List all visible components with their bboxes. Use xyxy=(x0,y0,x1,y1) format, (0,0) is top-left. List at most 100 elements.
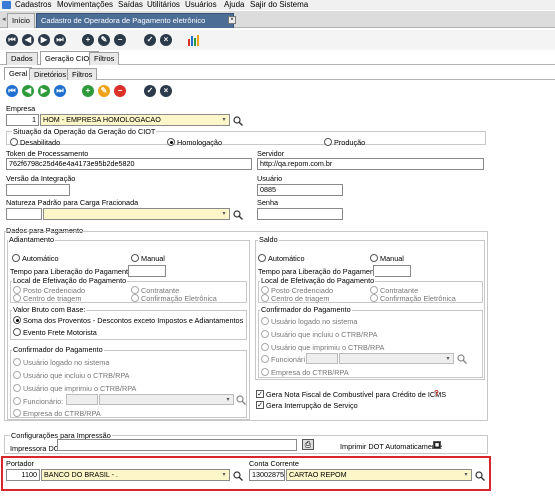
add-icon[interactable]: + xyxy=(82,34,94,46)
inner-edit-icon[interactable]: ✎ xyxy=(98,85,110,97)
adiantamento-contratante-radio[interactable] xyxy=(131,286,139,294)
confirm-icon[interactable]: ✓ xyxy=(144,34,156,46)
menu-saidas[interactable]: Saídas xyxy=(118,0,143,10)
tab-filtros[interactable]: Filtros xyxy=(89,52,120,65)
portador-select[interactable]: BANCO DO BRASIL - . ▾ xyxy=(41,469,230,481)
adiantamento-posto-radio[interactable] xyxy=(13,286,21,294)
adiantamento-c2-radio[interactable] xyxy=(13,371,21,379)
first-record-icon[interactable]: ⏮ xyxy=(6,34,18,46)
impressora-dot-field[interactable] xyxy=(57,439,297,451)
previous-record-icon[interactable]: ◀ xyxy=(22,34,34,46)
adiantamento-funcionario-code[interactable] xyxy=(66,394,98,405)
adiantamento-centro-radio[interactable] xyxy=(13,294,21,302)
saldo-c3-radio[interactable] xyxy=(261,343,269,351)
soma-proventos-radio[interactable] xyxy=(13,316,21,324)
saldo-c3-label: Usuário que imprimiu o CTRB/RPA xyxy=(271,343,385,352)
adiantamento-c5-radio[interactable] xyxy=(13,409,21,417)
conta-select[interactable]: CARTAO REPOM ▾ xyxy=(286,469,472,481)
inner-first-icon[interactable]: ⏮ xyxy=(6,85,18,97)
empresa-code-field[interactable]: 1 xyxy=(6,114,39,126)
adiantamento-funcionario-select[interactable]: ▾ xyxy=(99,394,234,405)
natureza-code-field[interactable] xyxy=(6,208,42,220)
chevron-down-icon: ▾ xyxy=(464,472,468,478)
saldo-automatico-radio[interactable] xyxy=(258,254,266,262)
saldo-tempo-field[interactable] xyxy=(373,265,411,277)
saldo-c4-radio[interactable] xyxy=(261,355,269,363)
saldo-funcionario-select[interactable]: ▾ xyxy=(339,353,454,364)
saldo-contratante-radio[interactable] xyxy=(370,286,378,294)
adiantamento-confirmacao-radio[interactable] xyxy=(131,294,139,302)
menu-utilitarios[interactable]: Utilitários xyxy=(147,0,180,10)
chevron-down-icon: ▾ xyxy=(222,472,226,478)
inner-last-icon[interactable]: ⏭ xyxy=(54,85,66,97)
tab-inicio[interactable]: Início xyxy=(7,13,35,28)
inner-confirm-icon[interactable]: ✓ xyxy=(144,85,156,97)
token-field[interactable]: 762f6798c25d46e4a4173e95b2de5820 xyxy=(6,158,252,170)
imprimir-auto-checkbox[interactable]: ■ xyxy=(433,441,441,449)
servidor-field[interactable]: http://qa.repom.com.br xyxy=(257,158,484,170)
search-icon[interactable] xyxy=(233,210,243,220)
next-record-icon[interactable]: ▶ xyxy=(38,34,50,46)
menu-sair[interactable]: Sajir do Sistema xyxy=(250,0,308,10)
app-icon xyxy=(2,1,11,9)
last-record-icon[interactable]: ⏭ xyxy=(54,34,66,46)
search-icon[interactable] xyxy=(457,354,467,364)
saldo-posto-radio[interactable] xyxy=(261,286,269,294)
natureza-select[interactable]: ▾ xyxy=(43,208,230,220)
menu-movimentacoes[interactable]: Movimentações xyxy=(57,0,113,10)
inner-previous-icon[interactable]: ◀ xyxy=(22,85,34,97)
adiantamento-c4-radio[interactable] xyxy=(13,397,21,405)
edit-icon[interactable]: ✎ xyxy=(98,34,110,46)
tab-filtros-inner[interactable]: Filtros xyxy=(67,68,98,80)
adiantamento-manual-radio[interactable] xyxy=(131,254,139,262)
empresa-label: Empresa xyxy=(6,104,36,113)
saldo-c2-radio[interactable] xyxy=(261,330,269,338)
report-chart-icon[interactable] xyxy=(187,34,200,46)
senha-field[interactable] xyxy=(257,208,343,220)
saldo-c5-radio[interactable] xyxy=(261,368,269,376)
inner-delete-icon[interactable]: − xyxy=(114,85,126,97)
saldo-confirmacao-radio[interactable] xyxy=(370,294,378,302)
saldo-funcionario-code[interactable] xyxy=(306,353,338,364)
conta-code-field[interactable]: 130028753 xyxy=(249,469,285,481)
search-icon[interactable] xyxy=(233,116,243,126)
tab-close-icon[interactable]: × xyxy=(228,16,236,24)
tab-scroll-left[interactable]: ◂ xyxy=(2,15,6,23)
adiantamento-confirmacao-label: Confirmação Eletrônica xyxy=(141,294,217,303)
radio-desabilitado[interactable] xyxy=(10,138,18,146)
evento-frete-radio[interactable] xyxy=(13,328,21,336)
printer-icon[interactable]: ⎙ xyxy=(302,439,314,450)
gera-nota-checkbox[interactable]: ✓ xyxy=(256,390,264,398)
tab-cadastro-operadora[interactable]: Cadastro de Operadora de Pagamento eletr… xyxy=(36,13,234,39)
adiantamento-c1-radio[interactable] xyxy=(13,358,21,366)
adiantamento-automatico-radio[interactable] xyxy=(12,254,20,262)
saldo-c1-radio[interactable] xyxy=(261,317,269,325)
portador-code-field[interactable]: 1100 xyxy=(6,469,40,481)
help-icon[interactable]: ? xyxy=(434,389,439,398)
empresa-select[interactable]: HOM - EMPRESA HOMOLOGACAO ▾ xyxy=(40,114,230,126)
search-icon[interactable] xyxy=(475,471,485,481)
saldo-centro-radio[interactable] xyxy=(261,294,269,302)
inner-next-icon[interactable]: ▶ xyxy=(38,85,50,97)
usuario-field[interactable]: 0885 xyxy=(257,184,343,196)
tab-diretorios[interactable]: Diretórios xyxy=(29,68,72,80)
saldo-manual-radio[interactable] xyxy=(370,254,378,262)
menu-ajuda[interactable]: Ajuda xyxy=(224,0,244,10)
versao-field[interactable] xyxy=(6,184,70,196)
radio-producao[interactable] xyxy=(324,138,332,146)
inner-add-icon[interactable]: + xyxy=(82,85,94,97)
cancel-icon[interactable]: × xyxy=(160,34,172,46)
gera-interrupcao-checkbox[interactable]: ✓ xyxy=(256,401,264,409)
menu-usuarios[interactable]: Usuários xyxy=(185,0,217,10)
adiantamento-tempo-field[interactable] xyxy=(128,265,166,277)
adiantamento-c3-radio[interactable] xyxy=(13,384,21,392)
delete-icon[interactable]: − xyxy=(114,34,126,46)
search-icon[interactable] xyxy=(233,471,243,481)
search-icon[interactable] xyxy=(236,395,246,405)
adiantamento-tempo-label: Tempo para Liberação do Pagamento: xyxy=(10,267,135,276)
menu-cadastros[interactable]: Cadastros xyxy=(15,0,51,10)
radio-homologacao[interactable] xyxy=(167,138,175,146)
inner-cancel-icon[interactable]: × xyxy=(160,85,172,97)
tab-dados[interactable]: Dados xyxy=(6,52,38,65)
adiantamento-c5-label: Empresa do CTRB/RPA xyxy=(23,409,101,418)
